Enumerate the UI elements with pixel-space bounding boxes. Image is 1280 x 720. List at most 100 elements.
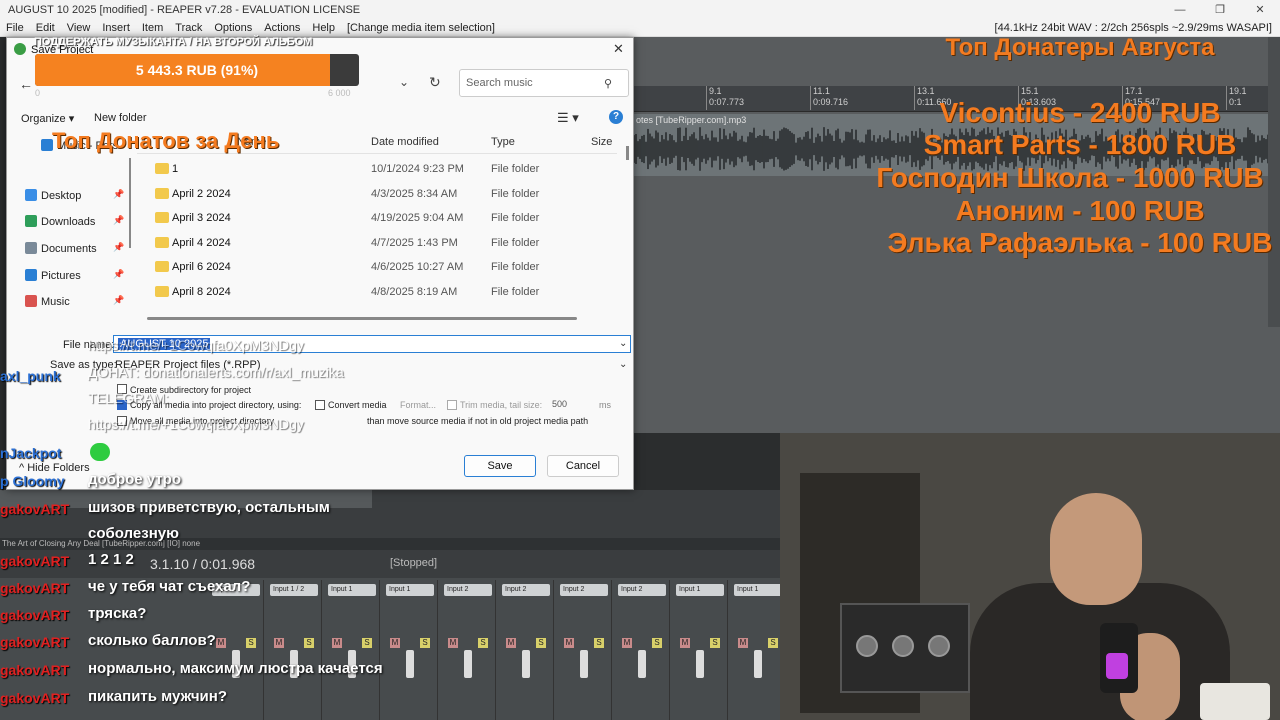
document-icon [25, 242, 37, 254]
help-icon[interactable]: ? [609, 110, 623, 124]
format-button[interactable]: Format... [400, 400, 436, 410]
restore-button[interactable]: ❐ [1200, 0, 1240, 20]
chevron-down-icon[interactable]: ⌄ [399, 75, 409, 89]
folder-row[interactable]: 1 10/1/2024 9:23 PM File folder [153, 158, 623, 182]
mute-button[interactable]: M [390, 638, 400, 648]
view-options-icon[interactable]: ☰ ▾ [557, 110, 579, 126]
mute-button[interactable]: M [448, 638, 458, 648]
menu-item-1[interactable]: Edit [30, 20, 61, 37]
input-selector[interactable]: Input 2 [560, 584, 608, 596]
convert-media-checkbox[interactable] [315, 400, 325, 410]
horizontal-scrollbar[interactable] [147, 317, 577, 320]
new-folder-button[interactable]: New folder [94, 112, 147, 124]
menu-item-5[interactable]: Track [169, 20, 208, 37]
mixer-channel-strip[interactable]: Input 1 / 2 M S [266, 580, 322, 720]
nav-item[interactable]: Pictures [25, 269, 81, 282]
refresh-icon[interactable]: ↻ [429, 74, 441, 91]
menu-item-0[interactable]: File [0, 20, 30, 37]
input-selector[interactable]: Input 1 / 2 [270, 584, 318, 596]
mixer-channel-strip[interactable]: Input 2 M S [498, 580, 554, 720]
menu-item-7[interactable]: Actions [258, 20, 306, 37]
trim-media-checkbox[interactable] [447, 400, 457, 410]
column-size[interactable]: Size [591, 136, 612, 148]
file-list-scrollbar[interactable] [626, 146, 629, 160]
input-selector[interactable]: Input 1 [676, 584, 724, 596]
volume-fader[interactable] [638, 650, 646, 678]
menu-item-2[interactable]: View [61, 20, 97, 37]
dialog-close-icon[interactable]: ✕ [613, 41, 624, 57]
solo-button[interactable]: S [768, 638, 778, 648]
input-selector[interactable]: Input 1 [328, 584, 376, 596]
mixer-channel-strip[interactable]: Input 2 M S [614, 580, 670, 720]
volume-fader[interactable] [754, 650, 762, 678]
input-selector[interactable]: Input 2 [502, 584, 550, 596]
menu-item-4[interactable]: Item [136, 20, 169, 37]
nav-item[interactable]: Music [25, 295, 70, 308]
chevron-down-icon[interactable]: ⌄ [619, 338, 627, 349]
volume-fader[interactable] [406, 650, 414, 678]
menu-item-9[interactable]: [Change media item selection] [341, 20, 501, 37]
pin-icon[interactable]: 📌 [113, 189, 124, 200]
menu-item-8[interactable]: Help [306, 20, 341, 37]
folder-row[interactable]: April 3 2024 4/19/2025 9:04 AM File folder [153, 207, 623, 231]
pin-icon[interactable]: 📌 [113, 242, 124, 253]
folder-row[interactable]: April 6 2024 4/6/2025 10:27 AM File folder [153, 256, 623, 280]
mute-button[interactable]: M [622, 638, 632, 648]
volume-fader[interactable] [522, 650, 530, 678]
organize-button[interactable]: Organize ▾ [21, 112, 74, 125]
reaper-icon [14, 43, 26, 55]
back-arrow-icon[interactable]: ← [19, 76, 33, 92]
close-window-button[interactable]: ✕ [1240, 0, 1280, 20]
mixer-channel-strip[interactable]: Input 1 M S [382, 580, 438, 720]
transport-timecode[interactable]: 3.1.10 / 0:01.968 [150, 556, 255, 572]
mute-button[interactable]: M [564, 638, 574, 648]
folder-row[interactable]: April 8 2024 4/8/2025 8:19 AM File folder [153, 281, 623, 305]
nav-item[interactable]: Downloads [25, 215, 95, 228]
nav-item[interactable]: Documents [25, 242, 97, 255]
mute-button[interactable]: M [738, 638, 748, 648]
mute-button[interactable]: M [216, 638, 226, 648]
column-date-modified[interactable]: Date modified [371, 136, 439, 148]
input-selector[interactable]: Input 2 [444, 584, 492, 596]
minimize-button[interactable]: — [1160, 0, 1200, 20]
pin-icon[interactable]: 📌 [113, 215, 124, 226]
solo-button[interactable]: S [652, 638, 662, 648]
input-selector[interactable]: Input 1 [386, 584, 434, 596]
mixer-channel-strip[interactable]: Input 2 M S [556, 580, 612, 720]
nav-scrollbar[interactable] [129, 158, 131, 248]
column-type[interactable]: Type [491, 136, 515, 148]
solo-button[interactable]: S [478, 638, 488, 648]
menu-item-6[interactable]: Options [208, 20, 258, 37]
save-button[interactable]: Save [464, 455, 536, 477]
solo-button[interactable]: S [594, 638, 604, 648]
mixer-channel-strip[interactable]: Input 2 M S [440, 580, 496, 720]
pin-icon[interactable]: 📌 [113, 295, 124, 306]
volume-fader[interactable] [696, 650, 704, 678]
input-selector[interactable]: Input 1 [734, 584, 782, 596]
mute-button[interactable]: M [332, 638, 342, 648]
cancel-button[interactable]: Cancel [547, 455, 619, 477]
pin-icon[interactable]: 📌 [113, 269, 124, 280]
menu-item-3[interactable]: Insert [96, 20, 136, 37]
solo-button[interactable]: S [710, 638, 720, 648]
mute-button[interactable]: M [680, 638, 690, 648]
mute-button[interactable]: M [506, 638, 516, 648]
solo-button[interactable]: S [420, 638, 430, 648]
mixer-channel-strip[interactable]: Input 1 M S [730, 580, 786, 720]
solo-button[interactable]: S [246, 638, 256, 648]
solo-button[interactable]: S [536, 638, 546, 648]
solo-button[interactable]: S [362, 638, 372, 648]
input-selector[interactable]: Input 2 [618, 584, 666, 596]
nav-item[interactable]: Desktop [25, 189, 81, 202]
mixer-channel-strip[interactable]: Input 1 M S [324, 580, 380, 720]
mute-button[interactable]: M [274, 638, 284, 648]
folder-row[interactable]: April 2 2024 4/3/2025 8:34 AM File folder [153, 183, 623, 207]
mixer-channel-strip[interactable]: Input 1 M S [672, 580, 728, 720]
folder-row[interactable]: April 4 2024 4/7/2025 1:43 PM File folder [153, 232, 623, 256]
volume-fader[interactable] [580, 650, 588, 678]
search-icon[interactable]: ⚲ [604, 77, 612, 90]
chevron-down-icon[interactable]: ⌄ [619, 359, 627, 370]
trim-tail-input[interactable]: 500 [552, 399, 567, 409]
solo-button[interactable]: S [304, 638, 314, 648]
volume-fader[interactable] [464, 650, 472, 678]
